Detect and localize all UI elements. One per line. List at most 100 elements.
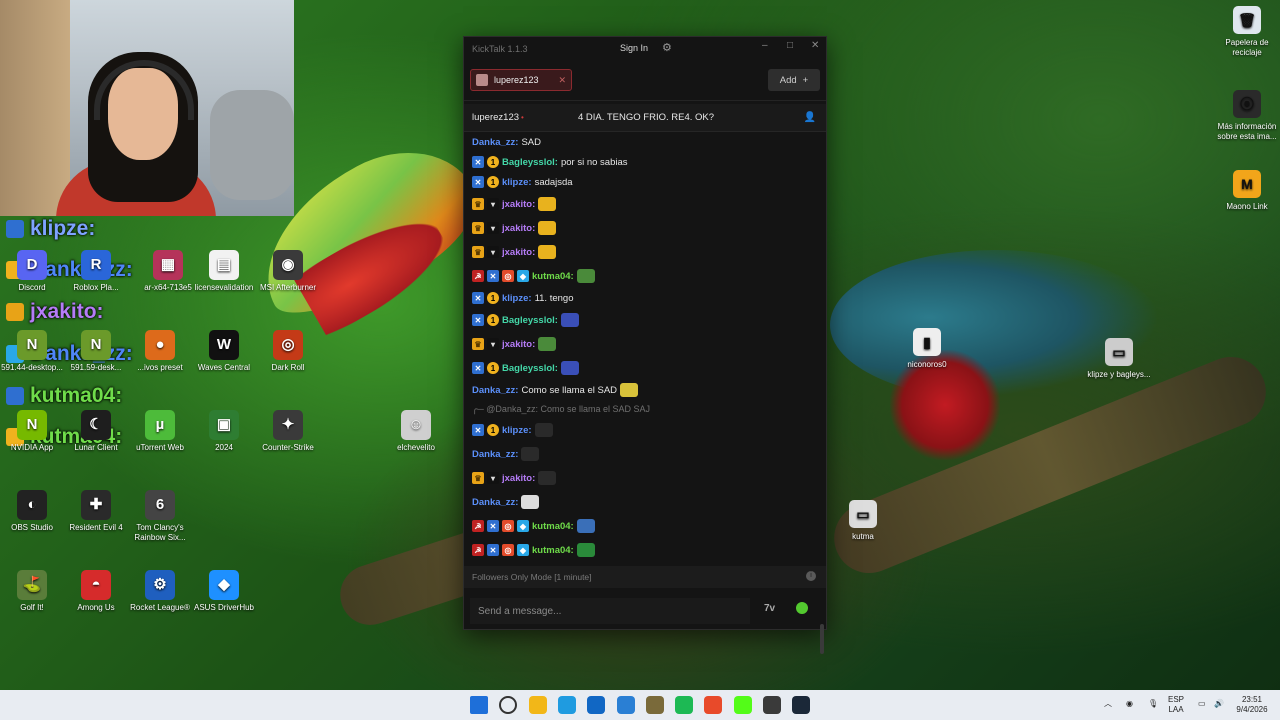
- desktop-icon[interactable]: ☺ elchevelito: [384, 410, 448, 453]
- edge-icon[interactable]: [557, 696, 576, 714]
- language-indicator[interactable]: ESP LAA: [1168, 695, 1184, 715]
- start-icon[interactable]: [470, 696, 488, 714]
- chat-username[interactable]: kutma04:: [532, 271, 574, 282]
- desktop-icon[interactable]: ◆ ASUS DriverHub: [192, 570, 256, 613]
- desktop-icon[interactable]: ◎ Dark Roll: [256, 330, 320, 373]
- chat-emote[interactable]: [534, 423, 553, 437]
- tab-luperez123[interactable]: luperez123 ✕: [470, 69, 572, 91]
- 7tv-emote-icon[interactable]: 7v: [764, 603, 775, 614]
- chat-username[interactable]: Bagleysslol:: [502, 157, 558, 168]
- desktop-icon[interactable]: ● ...ivos preset: [128, 330, 192, 373]
- chat-username[interactable]: Danka_zz:: [472, 385, 518, 396]
- chat-emote[interactable]: [576, 269, 595, 283]
- chat-emote[interactable]: [521, 495, 540, 509]
- chat-username[interactable]: klipze:: [502, 293, 532, 304]
- clock[interactable]: 23:51 9/4/2026: [1228, 695, 1276, 715]
- volume-icon[interactable]: 🔊: [1214, 699, 1224, 709]
- chat-username[interactable]: Danka_zz:: [472, 449, 518, 460]
- chevron-up-icon[interactable]: ︿: [1104, 699, 1112, 709]
- chat-username[interactable]: Bagleysslol:: [502, 315, 558, 326]
- minecraft-icon[interactable]: [645, 696, 664, 714]
- chat-username[interactable]: Bagleysslol:: [502, 363, 558, 374]
- desktop-icon[interactable]: N NVIDIA App: [0, 410, 64, 453]
- chat-message[interactable]: ✕ 1 Bagleysslol:: [472, 310, 579, 330]
- chat-message[interactable]: ♛ ▾ jxakito:: [472, 194, 557, 214]
- minimize-icon[interactable]: –: [762, 40, 768, 51]
- chat-emote[interactable]: [538, 337, 557, 351]
- store-icon[interactable]: [587, 696, 606, 714]
- chrome-icon[interactable]: [704, 696, 723, 714]
- user-icon[interactable]: 👤: [804, 112, 816, 123]
- chat-message[interactable]: Danka_zz:: [472, 492, 540, 512]
- desktop-icon[interactable]: ◓ Among Us: [64, 570, 128, 613]
- steam-icon[interactable]: [792, 696, 811, 714]
- search-icon[interactable]: [499, 696, 518, 714]
- chat-emote[interactable]: [538, 471, 557, 485]
- chat-username[interactable]: klipze:: [502, 177, 532, 188]
- desktop-icon[interactable]: M Maono Link: [1212, 170, 1280, 212]
- spotify-icon[interactable]: [675, 696, 694, 714]
- chat-message[interactable]: ☭ ✕ ◎ ◆ kutma04:: [472, 266, 595, 286]
- chat-emote[interactable]: [521, 447, 540, 461]
- chat-emote[interactable]: [538, 221, 557, 235]
- chat-message[interactable]: ✕ 1 Bagleysslol:: [472, 358, 579, 378]
- chat-emote[interactable]: [576, 519, 595, 533]
- chat-emote[interactable]: [560, 313, 579, 327]
- mic-icon[interactable]: 🎙: [1148, 699, 1158, 709]
- chat-message[interactable]: ♛ ▾ jxakito:: [472, 218, 557, 238]
- close-icon[interactable]: ✕: [811, 40, 819, 51]
- chat-username[interactable]: jxakito:: [502, 339, 535, 350]
- desktop-icon[interactable]: W Waves Central: [192, 330, 256, 373]
- chat-emote[interactable]: [538, 245, 557, 259]
- close-tab-icon[interactable]: ✕: [558, 75, 566, 86]
- mail-icon[interactable]: [616, 696, 635, 714]
- desktop-icon[interactable]: ▣ 2024: [192, 410, 256, 453]
- chat-emote[interactable]: [538, 197, 557, 211]
- desktop-icon[interactable]: ⚙ Rocket League®: [128, 570, 192, 613]
- chat-emote[interactable]: [620, 383, 639, 397]
- gear-icon[interactable]: ⚙: [662, 41, 672, 54]
- desktop-icon[interactable]: ✦ Counter-Strike: [256, 410, 320, 453]
- network-icon[interactable]: ◉: [1126, 699, 1133, 709]
- desktop-icon[interactable]: ▦ ar-x64-713e5: [136, 250, 200, 293]
- chat-message[interactable]: Danka_zz: SAD: [472, 132, 541, 152]
- desktop-icon[interactable]: 🗑 Papelera de reciclaje: [1212, 6, 1280, 58]
- chat-message[interactable]: ✕ 1 klipze: sadajsda: [472, 172, 573, 192]
- desktop-icon[interactable]: ▭ klipze y bagleys...: [1084, 338, 1154, 380]
- chat-emote[interactable]: [576, 543, 595, 557]
- desktop-icon[interactable]: ▤ licensevalidation: [192, 250, 256, 293]
- chat-message[interactable]: ♛ ▾ jxakito:: [472, 242, 557, 262]
- chat-username[interactable]: Danka_zz:: [472, 137, 518, 148]
- chat-username[interactable]: Danka_zz:: [472, 497, 518, 508]
- desktop-icon[interactable]: 6 Tom Clancy's Rainbow Six...: [128, 490, 192, 543]
- info-icon[interactable]: i: [806, 571, 816, 581]
- display-icon[interactable]: ▭: [1198, 699, 1206, 709]
- chat-username[interactable]: klipze:: [502, 425, 532, 436]
- add-channel-button[interactable]: Add +: [768, 69, 820, 91]
- kick-emote-icon[interactable]: [796, 602, 808, 614]
- desktop-icon[interactable]: R Roblox Pla...: [64, 250, 128, 293]
- desktop-icon[interactable]: ✚ Resident Evil 4: [64, 490, 128, 533]
- chat-message[interactable]: ✕ 1 klipze: 11. tengo: [472, 288, 573, 308]
- chat-message[interactable]: ✕ 1 Bagleysslol: por si no sabias: [472, 152, 628, 172]
- desktop-icon[interactable]: ◉ MSI Afterburner: [256, 250, 320, 293]
- desktop-icon[interactable]: ▭ kutma: [828, 500, 898, 542]
- chat-message[interactable]: ♛ ▾ jxakito:: [472, 334, 557, 354]
- chat-emote[interactable]: [560, 361, 579, 375]
- desktop-icon[interactable]: N 591.59-desk...: [64, 330, 128, 373]
- chat-message[interactable]: ♛ ▾ jxakito:: [472, 468, 557, 488]
- desktop-icon[interactable]: D Discord: [0, 250, 64, 293]
- desktop-icon[interactable]: ▮ niconoros0: [892, 328, 962, 370]
- chat-message[interactable]: ☭ ✕ ◎ ◆ kutma04:: [472, 540, 595, 560]
- sign-in-button[interactable]: Sign In: [616, 41, 652, 55]
- desktop-icon[interactable]: ◐ OBS Studio: [0, 490, 64, 533]
- maximize-icon[interactable]: □: [787, 40, 793, 51]
- chat-username[interactable]: jxakito:: [502, 247, 535, 258]
- chat-username[interactable]: jxakito:: [502, 223, 535, 234]
- desktop-icon[interactable]: ☾ Lunar Client: [64, 410, 128, 453]
- chat-input[interactable]: [470, 598, 750, 624]
- file-explorer-icon[interactable]: [528, 696, 547, 714]
- desktop-icon[interactable]: N 591.44-desktop...: [0, 330, 64, 373]
- chat-username[interactable]: jxakito:: [502, 473, 535, 484]
- chat-username[interactable]: kutma04:: [532, 521, 574, 532]
